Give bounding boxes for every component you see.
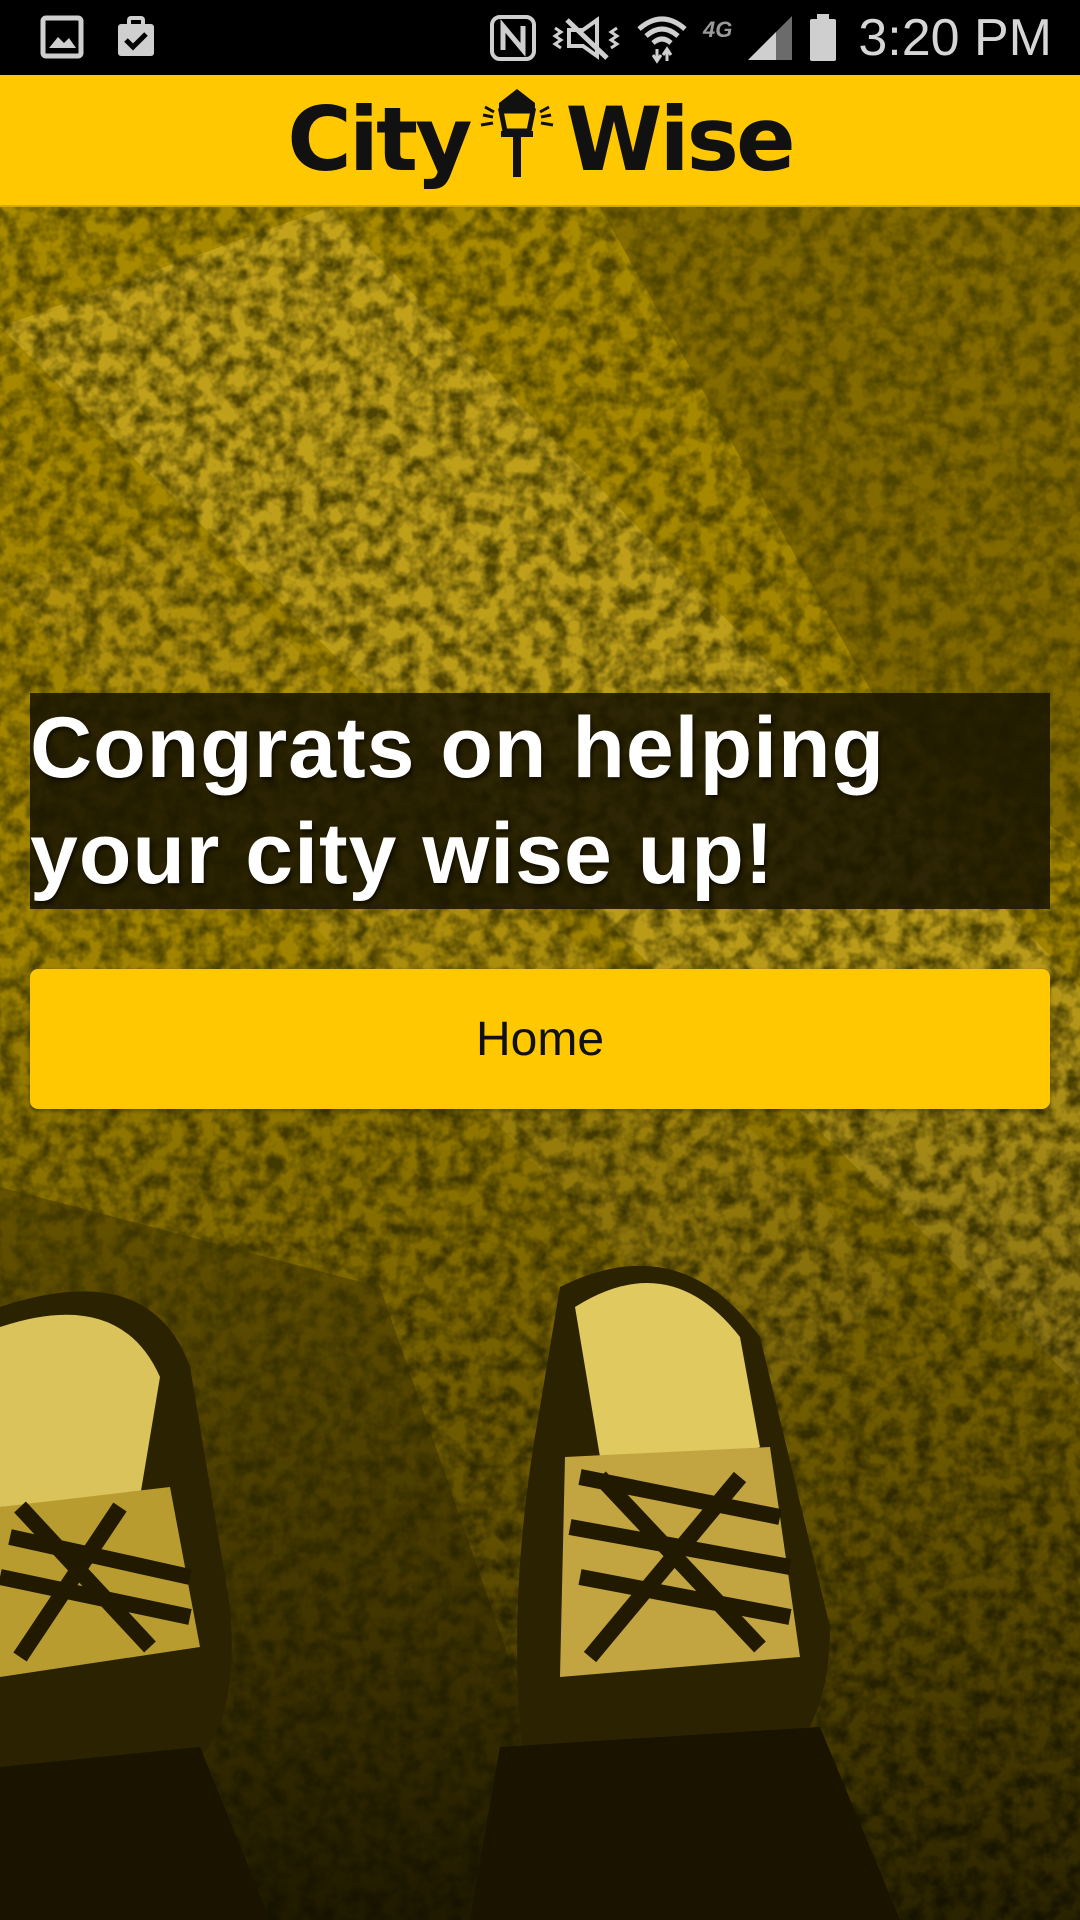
nfc-icon <box>489 14 537 62</box>
home-button[interactable]: Home <box>30 969 1050 1109</box>
signal-icon <box>746 14 794 62</box>
congrats-message: Congrats on helping your city wise up! <box>30 700 886 902</box>
status-right-icons: 4G 3:20 PM <box>489 0 1052 75</box>
logo-text-city: City <box>287 88 472 191</box>
network-type-label: 4G <box>702 16 733 42</box>
battery-icon <box>808 13 838 63</box>
gallery-icon <box>40 15 84 59</box>
app-header: City Wise <box>0 75 1080 207</box>
status-left-icons <box>40 14 158 60</box>
vibrate-icon <box>551 14 621 62</box>
street-lamp-icon <box>479 87 555 193</box>
congrats-message-box: Congrats on helping your city wise up! <box>30 693 1050 909</box>
citywise-logo: City Wise <box>287 87 796 193</box>
status-clock: 3:20 PM <box>858 8 1052 67</box>
logo-text-wise: Wise <box>565 88 795 191</box>
wifi-icon <box>635 11 689 65</box>
status-bar: 4G 3:20 PM <box>0 0 1080 75</box>
clipboard-check-icon <box>114 14 158 60</box>
